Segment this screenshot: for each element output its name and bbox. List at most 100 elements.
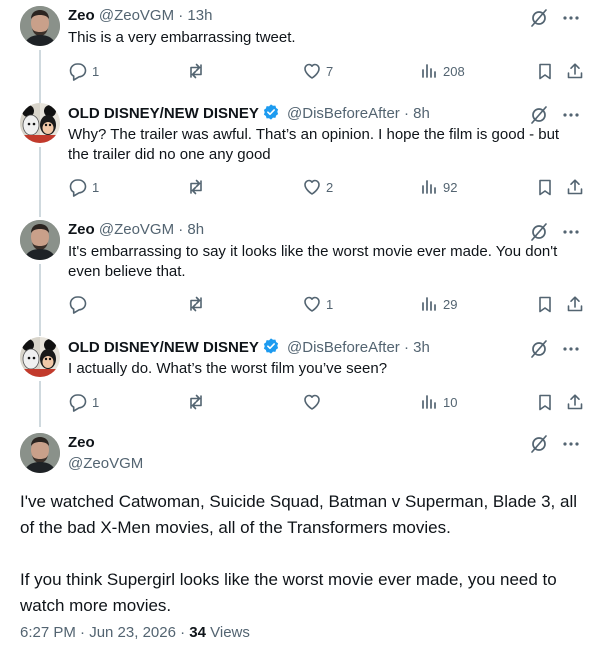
display-name[interactable]: OLD DISNEY/NEW DISNEY [68,105,259,122]
reply-tweet[interactable]: Zeo @ZeoVGM · 8h It's embarrassing to sa… [0,220,599,336]
views-button[interactable]: 208 [419,61,465,81]
repost-button[interactable] [186,392,210,412]
tweet-timestamp[interactable]: 6:27 PM · Jun 23, 2026 · [20,624,185,641]
grok-icon[interactable] [529,434,549,454]
avatar[interactable] [20,103,60,143]
action-bar: 1 29 [68,294,588,314]
share-button[interactable] [565,294,585,314]
share-button[interactable] [565,392,585,412]
timestamp[interactable]: · 13h [178,7,212,24]
tweet-text: I actually do. What’s the worst film you… [68,360,388,377]
grok-icon[interactable] [529,222,549,242]
like-icon [304,63,320,79]
grok-icon[interactable] [529,8,549,28]
handle[interactable]: @ZeoVGM [99,7,174,24]
action-bar: 1 7 208 [68,61,588,81]
views-button[interactable]: 92 [419,177,457,197]
share-button[interactable] [565,61,585,81]
display-name[interactable]: OLD DISNEY/NEW DISNEY [68,339,259,356]
tweet-header: OLD DISNEY/NEW DISNEY @DisBeforeAfter · … [68,103,430,124]
views-count: 29 [443,296,458,312]
handle[interactable]: @DisBeforeAfter [287,339,400,356]
share-icon [567,394,583,410]
tweet-top-icons [529,222,581,242]
tweet-text: Why? The trailer was awful. That’s an op… [68,126,560,163]
bookmark-button[interactable] [535,294,555,314]
reply-button[interactable]: 1 [68,392,99,412]
tweet-top-icons [529,8,581,28]
reply-button[interactable]: 1 [68,61,99,81]
like-button[interactable]: 7 [302,61,333,81]
like-button[interactable]: 1 [302,294,333,314]
avatar[interactable] [20,337,60,377]
display-name[interactable]: Zeo [68,7,95,24]
handle[interactable]: @ZeoVGM [99,221,174,238]
views-icon [422,180,436,194]
timestamp[interactable]: · 8h [404,105,430,122]
share-button[interactable] [565,177,585,197]
bookmark-icon [539,394,551,411]
views-button[interactable]: 10 [419,392,457,412]
tweet-top-icons [529,434,581,454]
verified-badge-icon[interactable] [262,337,280,355]
action-bar: 1 10 [68,392,588,412]
repost-icon [190,394,202,410]
views-icon [422,64,436,78]
tweet-text: It's embarrassing to say it looks like t… [68,243,558,280]
more-icon[interactable] [561,434,581,454]
reply-tweet[interactable]: OLD DISNEY/NEW DISNEY @DisBeforeAfter · … [0,337,599,427]
reply-icon [69,63,87,81]
avatar[interactable] [20,433,60,473]
reply-tweet[interactable]: Zeo @ZeoVGM · 13h This is a very embarra… [0,6,599,106]
reply-count: 1 [92,179,100,195]
timestamp[interactable]: · 8h [178,221,204,238]
repost-button[interactable] [186,61,210,81]
grok-icon[interactable] [529,105,549,125]
bookmark-button[interactable] [535,177,555,197]
like-button[interactable] [302,392,326,412]
reply-tweet[interactable]: OLD DISNEY/NEW DISNEY @DisBeforeAfter · … [0,103,599,217]
reply-button[interactable]: 1 [68,177,99,197]
views-count: 34 [189,624,206,641]
like-icon [304,179,320,195]
reply-button[interactable] [68,294,92,314]
verified-badge-icon[interactable] [262,103,280,121]
repost-icon [190,296,202,312]
bookmark-icon [539,63,551,80]
like-button[interactable]: 2 [302,177,333,197]
tweet-header: OLD DISNEY/NEW DISNEY @DisBeforeAfter · … [68,337,430,358]
display-name[interactable]: Zeo [68,434,95,451]
handle[interactable]: @DisBeforeAfter [287,105,400,122]
more-icon[interactable] [561,8,581,28]
views-count: 10 [443,394,458,410]
more-icon[interactable] [561,339,581,359]
thread-line [39,147,41,217]
more-icon[interactable] [561,105,581,125]
reply-icon [69,394,87,412]
avatar[interactable] [20,6,60,46]
thread-line [39,264,41,336]
reply-icon [69,179,87,197]
bookmark-button[interactable] [535,61,555,81]
display-name[interactable]: Zeo [68,221,95,238]
bookmark-icon [539,179,551,196]
repost-button[interactable] [186,294,210,314]
like-icon [304,394,320,410]
handle[interactable]: @ZeoVGM [68,455,143,472]
thread-line [39,50,41,106]
more-icon[interactable] [561,222,581,242]
bookmark-button[interactable] [535,392,555,412]
tweet-header: Zeo @ZeoVGM · 13h [68,6,212,26]
repost-icon [190,63,202,79]
reply-icon [69,296,87,314]
views-icon [422,297,436,311]
timestamp[interactable]: · 3h [404,339,430,356]
tweet-top-icons [529,105,581,125]
avatar[interactable] [20,220,60,260]
views-button[interactable]: 29 [419,294,457,314]
views-count: 208 [443,63,465,79]
repost-button[interactable] [186,177,210,197]
thread-line [39,381,41,427]
grok-icon[interactable] [529,339,549,359]
reply-count: 1 [92,394,100,410]
